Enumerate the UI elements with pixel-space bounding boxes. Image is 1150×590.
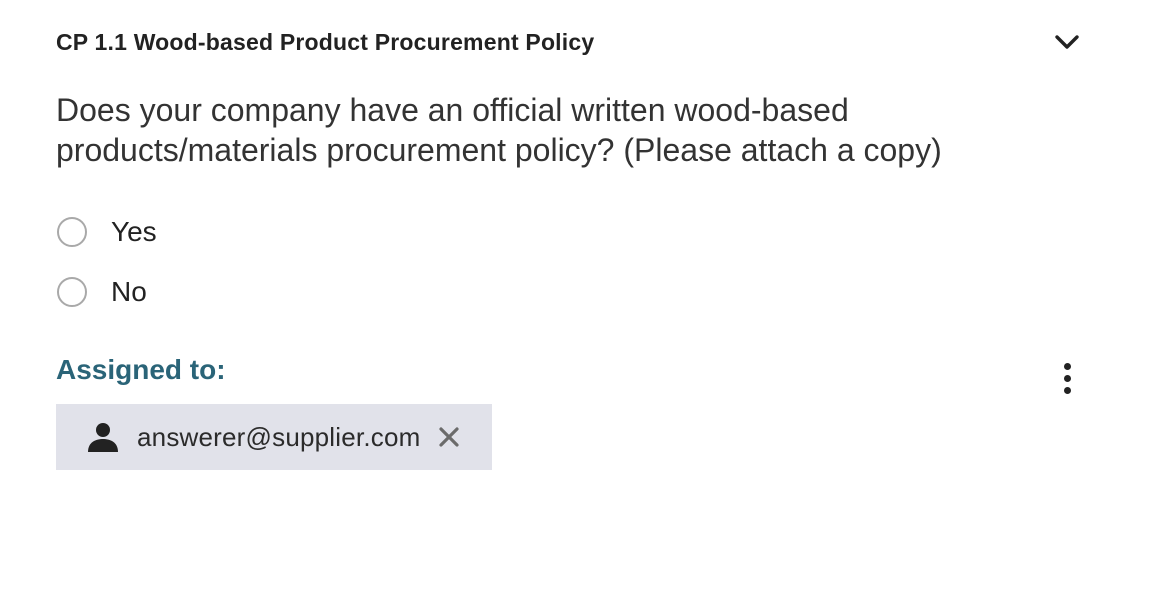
assignee-chip: answerer@supplier.com bbox=[56, 404, 492, 470]
section-header[interactable]: CP 1.1 Wood-based Product Procurement Po… bbox=[56, 26, 1086, 58]
option-label-no: No bbox=[111, 276, 147, 307]
more-options-button[interactable] bbox=[1050, 358, 1084, 398]
assignee-email: answerer@supplier.com bbox=[137, 421, 421, 452]
radio-button-no[interactable] bbox=[57, 277, 87, 307]
option-no[interactable]: No bbox=[57, 276, 147, 308]
option-yes[interactable]: Yes bbox=[57, 216, 157, 248]
radio-button-yes[interactable] bbox=[57, 217, 87, 247]
option-label-yes: Yes bbox=[111, 216, 157, 247]
more-vertical-icon-dot bbox=[1063, 386, 1071, 394]
collapse-toggle-button[interactable] bbox=[1050, 25, 1084, 59]
more-vertical-icon-dot bbox=[1063, 362, 1071, 370]
close-icon bbox=[439, 427, 460, 447]
remove-assignee-button[interactable] bbox=[436, 424, 462, 450]
person-icon bbox=[86, 420, 120, 454]
more-vertical-icon-dot bbox=[1063, 374, 1071, 382]
assigned-to-label: Assigned to: bbox=[56, 354, 226, 385]
question-panel: CP 1.1 Wood-based Product Procurement Po… bbox=[0, 0, 1150, 590]
chevron-down-icon bbox=[1055, 35, 1079, 49]
question-text: Does your company have an official writt… bbox=[56, 92, 942, 168]
section-title: CP 1.1 Wood-based Product Procurement Po… bbox=[56, 28, 595, 55]
